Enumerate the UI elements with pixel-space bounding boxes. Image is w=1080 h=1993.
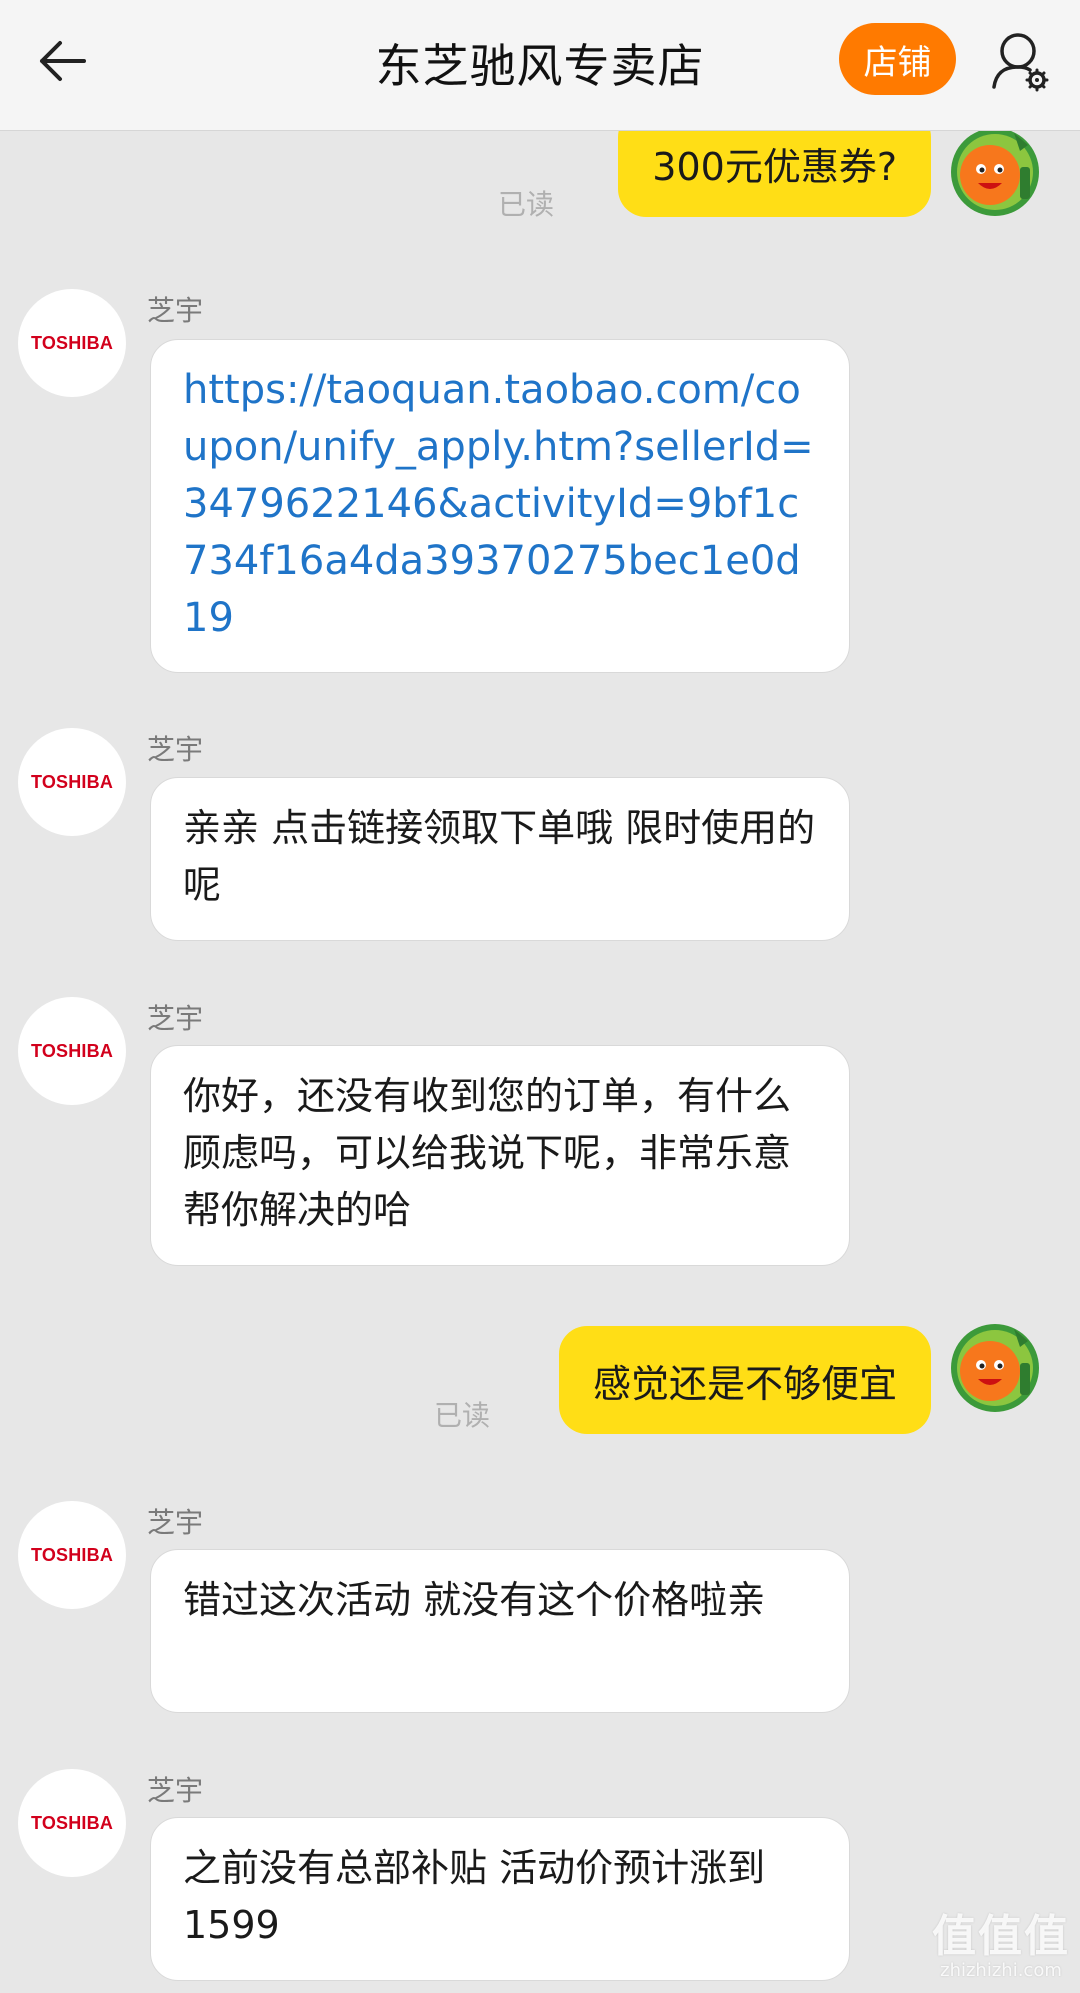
shop-avatar[interactable]: TOSHIBA <box>18 728 126 836</box>
chat-header: 东芝驰风专卖店 店铺 <box>0 0 1080 131</box>
user-settings-button[interactable] <box>986 26 1056 96</box>
shop-avatar[interactable]: TOSHIBA <box>18 289 126 397</box>
watermark-main: 值值值 <box>932 1911 1070 1962</box>
toshiba-logo: TOSHIBA <box>30 1040 114 1061</box>
shop-avatar[interactable]: TOSHIBA <box>18 1769 126 1877</box>
shop-message-bubble[interactable]: 你好，还没有收到您的订单，有什么顾虑吗，可以给我说下呢，非常乐意帮你解决的哈 <box>150 1045 850 1266</box>
shop-message-bubble[interactable]: 亲亲 点击链接领取下单哦 限时使用的呢 <box>150 777 850 941</box>
read-status: 已读 <box>498 188 555 221</box>
shop-avatar[interactable]: TOSHIBA <box>18 1501 126 1609</box>
my-message-bubble[interactable]: 感觉还是不够便宜 <box>558 1326 931 1434</box>
shop-message-bubble[interactable]: 错过这次活动 就没有这个价格啦亲 <box>150 1549 850 1713</box>
shop-avatar[interactable]: TOSHIBA <box>18 997 126 1105</box>
sender-name: 芝宇 <box>147 1002 204 1035</box>
user-avatar-icon[interactable] <box>950 131 1040 219</box>
sender-name: 芝宇 <box>147 733 204 766</box>
watermark-url: zhizhizhi.com <box>940 1960 1062 1981</box>
shop-message-bubble[interactable]: 之前没有总部补贴 活动价预计涨到1599 <box>150 1817 850 1981</box>
read-status: 已读 <box>434 1399 491 1432</box>
sender-name: 芝宇 <box>147 294 204 327</box>
toshiba-logo: TOSHIBA <box>30 1544 114 1565</box>
coupon-link[interactable]: https://taoquan.taobao.com/coupon/unify_… <box>150 339 850 673</box>
user-avatar-icon[interactable] <box>950 1321 1040 1415</box>
toshiba-logo: TOSHIBA <box>30 1812 114 1833</box>
toshiba-logo: TOSHIBA <box>30 332 114 353</box>
sender-name: 芝宇 <box>147 1774 204 1807</box>
my-message-bubble[interactable]: 300元优惠券? <box>618 131 931 217</box>
sender-name: 芝宇 <box>147 1506 204 1539</box>
shop-button[interactable]: 店铺 <box>839 23 956 95</box>
user-gear-icon <box>992 33 1049 92</box>
chat-message-list[interactable]: 已读 300元优惠券? TOSHIBA 芝宇 https://taoquan.t… <box>0 131 1080 1993</box>
watermark: 值值值 zhizhizhi.com <box>932 1900 1070 1981</box>
toshiba-logo: TOSHIBA <box>30 771 114 792</box>
